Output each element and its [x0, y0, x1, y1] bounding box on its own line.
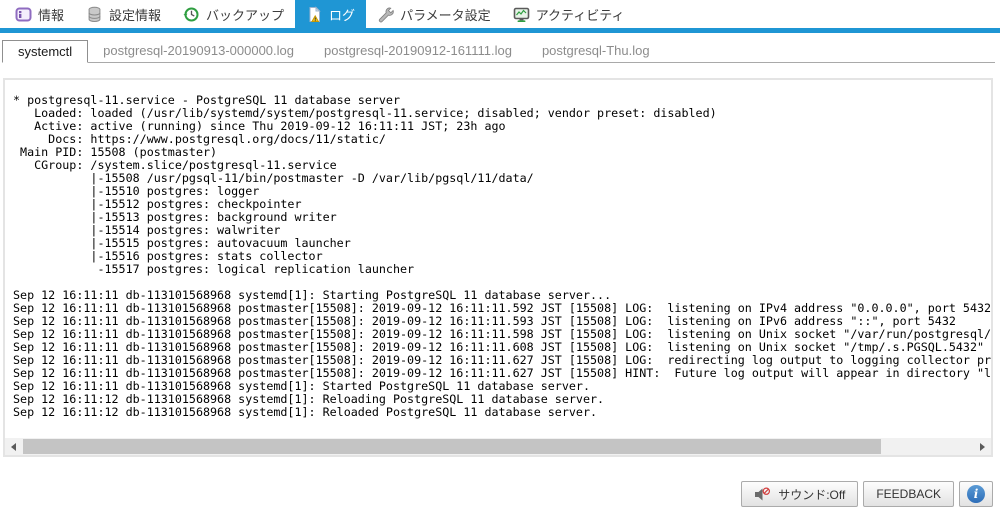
nav-item-label: アクティビティ [536, 5, 625, 24]
nav-item-label: 設定情報 [109, 5, 161, 24]
backup-icon [183, 6, 200, 23]
nav-item-parameter-settings[interactable]: パラメータ設定 [366, 0, 502, 28]
feedback-button-label: FEEDBACK [876, 487, 941, 501]
log-icon [306, 6, 323, 23]
activity-icon [513, 6, 530, 23]
log-panel: * postgresql-11.service - PostgreSQL 11 … [3, 78, 993, 457]
scroll-left-icon [11, 443, 16, 451]
log-output: * postgresql-11.service - PostgreSQL 11 … [5, 80, 991, 419]
tab-postgresql-20190912[interactable]: postgresql-20190912-161111.log [309, 40, 527, 62]
log-viewport: * postgresql-11.service - PostgreSQL 11 … [5, 80, 991, 438]
wrench-icon [377, 6, 394, 23]
app-window: 情報 設定情報 バックアップ [0, 0, 1000, 508]
sound-toggle-button[interactable]: サウンド:Off [741, 481, 858, 507]
scroll-right-icon [980, 443, 985, 451]
info-icon [15, 6, 32, 23]
nav-item-log[interactable]: ログ [295, 0, 366, 28]
footer-toolbar: サウンド:Off FEEDBACK i [741, 481, 993, 507]
scroll-right-button[interactable] [974, 438, 991, 455]
log-line: -15517 postgres: logical replication lau… [13, 263, 991, 276]
info-icon: i [967, 485, 985, 503]
scroll-left-button[interactable] [5, 438, 22, 455]
nav-item-info[interactable]: 情報 [4, 0, 75, 28]
horizontal-scrollbar[interactable] [5, 438, 991, 455]
log-line: Sep 12 16:11:12 db-113101568968 systemd[… [13, 406, 991, 419]
nav-accent-bar [0, 28, 1000, 33]
nav-item-label: パラメータ設定 [400, 5, 491, 24]
nav-item-activity[interactable]: アクティビティ [502, 0, 636, 28]
feedback-button[interactable]: FEEDBACK [863, 481, 954, 507]
nav-item-label: バックアップ [206, 5, 284, 24]
top-nav: 情報 設定情報 バックアップ [0, 0, 1000, 28]
nav-item-backup[interactable]: バックアップ [172, 0, 295, 28]
tab-postgresql-20190913[interactable]: postgresql-20190913-000000.log [88, 40, 309, 62]
sound-button-label: サウンド:Off [778, 486, 845, 503]
log-file-tabstrip: systemctl postgresql-20190913-000000.log… [2, 40, 995, 63]
speaker-muted-icon [754, 487, 771, 502]
tab-postgresql-thu[interactable]: postgresql-Thu.log [527, 40, 665, 62]
database-icon [86, 6, 103, 23]
help-info-button[interactable]: i [959, 481, 993, 507]
nav-item-settings-info[interactable]: 設定情報 [75, 0, 172, 28]
scrollbar-thumb[interactable] [23, 439, 881, 454]
tab-systemctl[interactable]: systemctl [2, 40, 88, 63]
nav-item-label: 情報 [38, 5, 64, 24]
nav-item-label: ログ [329, 5, 355, 24]
